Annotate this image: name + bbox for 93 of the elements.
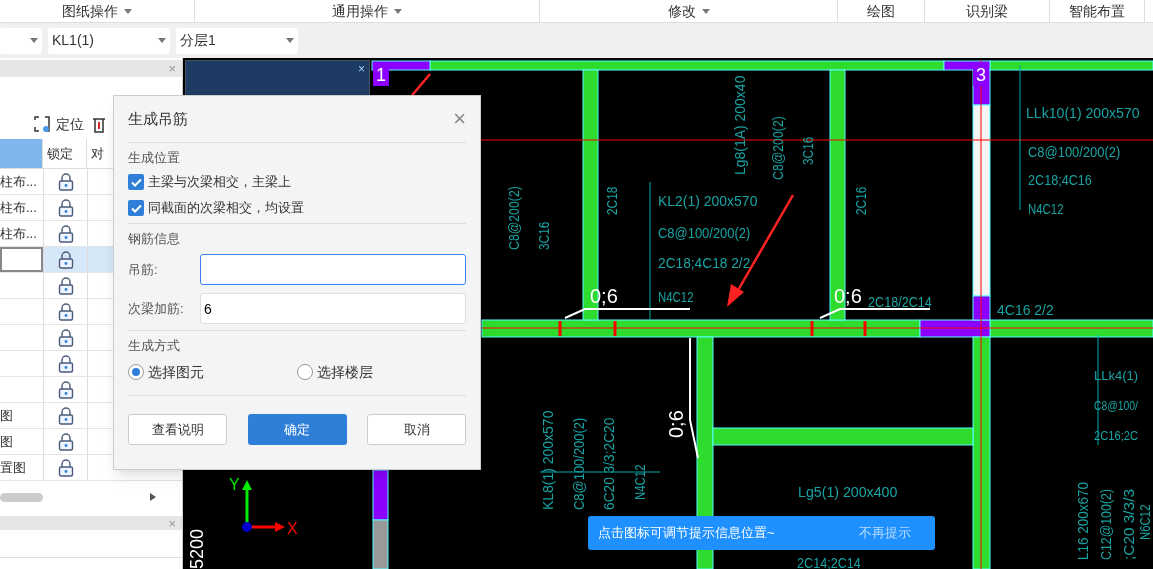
dimension-label: 0;6 (665, 410, 687, 438)
dialog-button[interactable]: 查看说明 (128, 414, 227, 445)
axis-label: X (287, 520, 298, 537)
beam-annotation: Lg8(1A) 200x40 (731, 68, 748, 175)
ribbon-group-label[interactable]: 绘图 (867, 0, 895, 22)
beam[interactable] (989, 60, 1153, 71)
radio-label: 选择楼层 (317, 362, 373, 382)
scroll-right-icon[interactable] (150, 493, 156, 501)
padlock-icon[interactable] (57, 276, 74, 295)
beam-annotation: 2C18;4C16 (1028, 171, 1104, 188)
locate-button[interactable]: 定位 (56, 113, 84, 135)
beam-annotation: 2C18 (603, 179, 620, 215)
ribbon-group-label[interactable]: 识别梁 (966, 0, 1008, 22)
beam-annotation: C8@100/200(2) (1028, 143, 1135, 160)
dropdown-select[interactable]: 分层1 (176, 27, 298, 54)
beam-annotation: C8@100/200(2) (570, 403, 587, 510)
table-cell-text: 柱布... (0, 224, 37, 243)
padlock-icon[interactable] (57, 354, 74, 373)
table-cell-text: 图 (0, 432, 13, 451)
checkbox[interactable] (128, 200, 144, 216)
beam-annotation: Lg5(1) 200x400 (798, 483, 904, 500)
beam-annotation: LLk4(1) (1094, 368, 1139, 383)
beam-annotation: 2C18;4C18 2/2 (658, 254, 759, 271)
beam-annotation: N4C12 (658, 288, 705, 305)
ruler-dimension: 5200 (187, 528, 207, 569)
scrollbar[interactable] (0, 492, 43, 502)
table-cell-text: 置图 (0, 458, 26, 477)
section-title: 钢筋信息 (128, 230, 181, 248)
padlock-icon[interactable] (57, 172, 74, 191)
table-cell-text: 柱布... (0, 172, 37, 191)
padlock-icon[interactable] (57, 224, 74, 243)
axis-marker: 3 (973, 62, 989, 86)
radio-button[interactable] (297, 364, 313, 380)
beam-annotation: C8@200(2) (505, 172, 522, 250)
column[interactable] (372, 469, 389, 521)
field-label: 次梁加筋: (128, 299, 185, 318)
beam-annotation: KL8(1) 200x570 (539, 403, 556, 510)
ribbon-group-label[interactable]: 修改 (667, 0, 696, 22)
beam-annotation: N4C12 (631, 453, 648, 500)
beam-annotation: 2C16;2C (1094, 428, 1146, 443)
radio-button[interactable] (128, 364, 144, 380)
section-title: 生成位置 (128, 149, 181, 167)
beam-annotation: 2C16 (852, 179, 869, 215)
beam-annotation: 4C16 2/2 (997, 301, 1058, 318)
coordinate-axis-icon (242, 480, 285, 532)
beam-annotation: C12@100(2) (1097, 473, 1114, 560)
beam[interactable] (429, 60, 945, 71)
checkbox[interactable] (128, 174, 144, 190)
radio-label: 选择图元 (148, 362, 204, 382)
beam-annotation: N4C12 (1028, 200, 1075, 217)
ribbon-group-label[interactable]: 通用操作 (332, 0, 388, 22)
beam-annotation: 3C16 (535, 214, 552, 250)
beam[interactable] (712, 427, 974, 446)
padlock-icon[interactable] (57, 432, 74, 451)
column[interactable] (372, 519, 389, 569)
trash-icon[interactable] (92, 115, 106, 133)
padlock-icon[interactable] (57, 380, 74, 399)
padlock-icon[interactable] (57, 328, 74, 347)
beam-annotation: C8@100/ (1094, 398, 1150, 413)
beam-annotation: N6C12 (1136, 493, 1153, 540)
axis-label: Y (229, 476, 240, 493)
beam-annotation: C8@100/200(2) (658, 224, 765, 241)
padlock-icon[interactable] (57, 406, 74, 425)
caret-icon (30, 38, 38, 43)
padlock-icon[interactable] (57, 250, 74, 269)
table-cell-text: 图 (0, 406, 13, 425)
dropdown-select[interactable]: KL1(1) (48, 27, 170, 54)
beam-annotation: LLk10(1) 200x570 (1026, 104, 1147, 121)
beam-annotation: KL2(1) 200x570 (658, 192, 765, 209)
section-title: 生成方式 (128, 337, 181, 355)
beam-annotation: L16 200x670 (1074, 473, 1091, 560)
caret-icon (158, 38, 166, 43)
beam-annotation: 6C20 3/3;2C20 (600, 409, 617, 510)
tip-message: 点击图标可调节提示信息位置~ (598, 524, 775, 543)
dialog-title: 生成吊筋 (128, 108, 188, 129)
beam-annotation: 3C16 (799, 129, 816, 165)
beam-annotation: ;C20 3/3/3 (1120, 490, 1137, 560)
padlock-icon[interactable] (57, 198, 74, 217)
table-cell-text: 柱布... (0, 198, 37, 217)
beam-annotation: 2C18/2C14 (868, 293, 944, 310)
caret-icon (286, 38, 294, 43)
padlock-icon[interactable] (57, 302, 74, 321)
input-field[interactable]: 6 (200, 293, 466, 324)
ribbon-group-label[interactable]: 智能布置 (1069, 0, 1125, 22)
close-button[interactable]: × (358, 61, 365, 77)
ribbon-group-label[interactable]: 图纸操作 (62, 0, 118, 22)
beam-annotation: C8@200(2) (769, 102, 786, 180)
dialog-button[interactable]: 取消 (367, 414, 466, 445)
locate-icon (32, 114, 52, 134)
dialog-button[interactable]: 确定 (247, 414, 347, 445)
field-label: 吊筋: (128, 260, 159, 279)
input-field[interactable] (200, 254, 466, 285)
padlock-icon[interactable] (57, 458, 74, 477)
